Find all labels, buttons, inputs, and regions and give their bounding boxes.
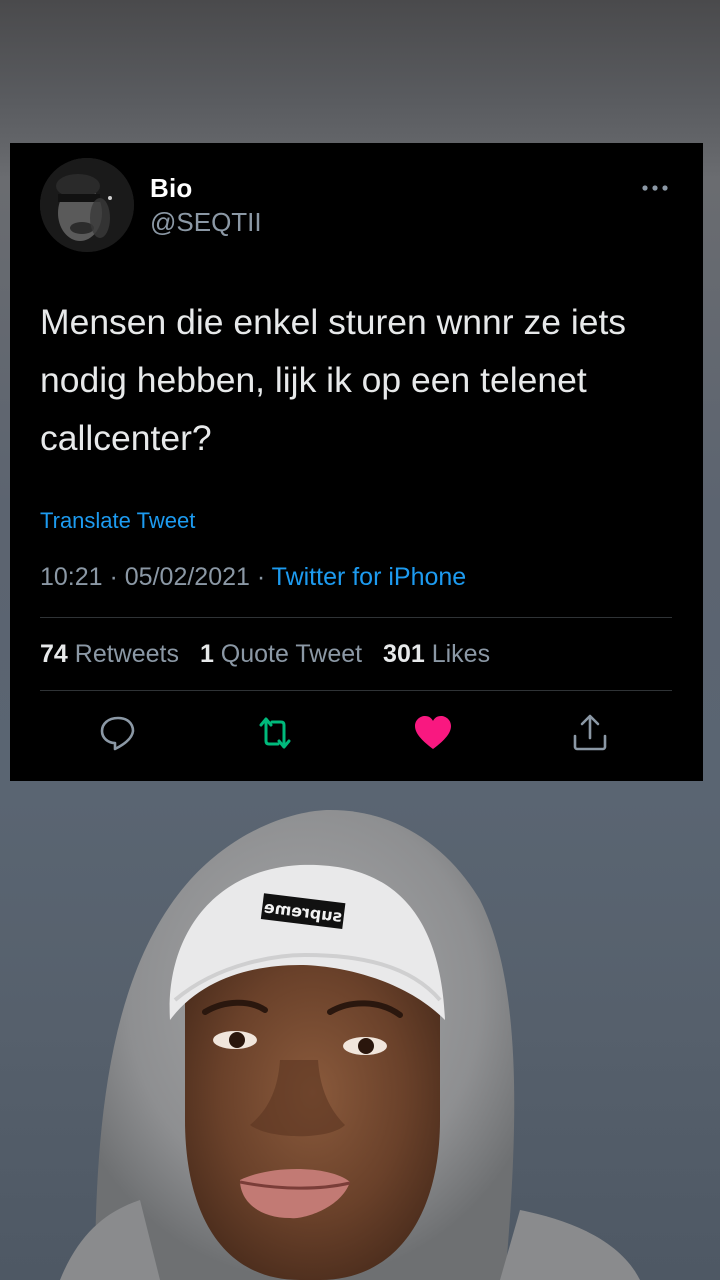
more-dots-icon[interactable] (640, 183, 670, 193)
heart-filled-icon[interactable] (411, 711, 455, 755)
divider (40, 690, 672, 691)
likes-label: Likes (431, 640, 491, 668)
meta-separator: · (102, 563, 125, 591)
translate-tweet-link[interactable]: Translate Tweet (40, 508, 195, 534)
quote-tweets-stat[interactable]: 1 Quote Tweet (200, 640, 362, 668)
tweet-card: Bio @SEQTII Mensen die enkel sturen wnnr… (10, 143, 703, 781)
likes-stat[interactable]: 301 Likes (383, 640, 490, 668)
user-handle[interactable]: @SEQTII (150, 207, 262, 238)
tweet-actions-bar (10, 711, 703, 755)
retweets-label: Retweets (74, 640, 179, 668)
tweet-source-link[interactable]: Twitter for iPhone (272, 563, 467, 591)
quotes-label: Quote Tweet (220, 640, 363, 668)
reply-bubble-icon[interactable] (96, 711, 140, 755)
divider (40, 617, 672, 618)
selfie-photo: supreme (60, 810, 640, 1280)
share-icon[interactable] (568, 711, 612, 755)
likes-count: 301 (383, 640, 425, 668)
quotes-count: 1 (199, 640, 214, 668)
tweet-meta: 10:21 · 05/02/2021 · Twitter for iPhone (40, 563, 466, 592)
avatar[interactable] (40, 158, 134, 252)
avatar-image (40, 158, 134, 252)
meta-separator: · (249, 563, 272, 591)
display-name[interactable]: Bio (150, 173, 192, 204)
tweet-stats: 74 Retweets 1 Quote Tweet 301 Likes (40, 640, 504, 669)
retweets-stat[interactable]: 74 Retweets (40, 640, 179, 668)
tweet-date: 05/02/2021 (124, 563, 250, 591)
retweets-count: 74 (40, 640, 68, 668)
retweet-icon[interactable] (253, 711, 297, 755)
tweet-time: 10:21 (40, 563, 103, 591)
tweet-text: Mensen die enkel sturen wnnr ze iets nod… (40, 302, 627, 458)
